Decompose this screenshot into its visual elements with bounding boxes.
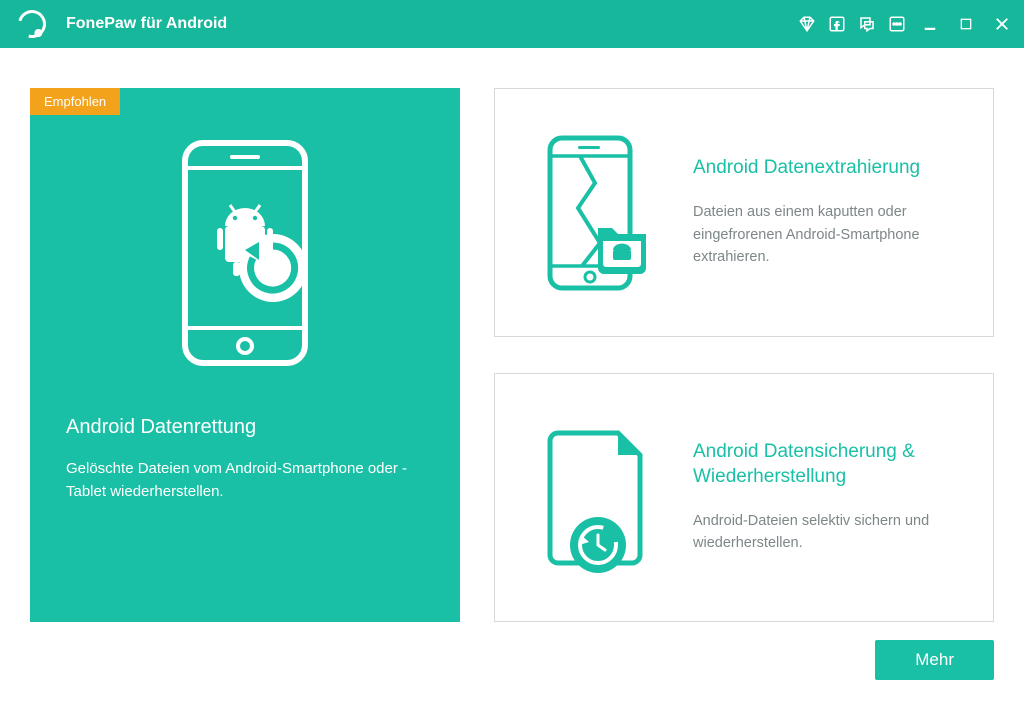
card-backup-restore[interactable]: Android Datensicherung & Wiederherstellu… (494, 373, 994, 622)
content-area: Empfohlen (0, 48, 1024, 702)
footer: Mehr (30, 640, 994, 680)
app-title: FonePaw für Android (66, 15, 227, 33)
recommended-badge: Empfohlen (30, 88, 120, 115)
diamond-icon[interactable] (798, 15, 816, 33)
minimize-button[interactable] (918, 12, 942, 36)
card-data-recovery[interactable]: Empfohlen (30, 88, 460, 622)
main-card-text: Android Datenrettung Gelöschte Dateien v… (30, 388, 460, 504)
broken-phone-icon (515, 128, 675, 298)
cards-row: Empfohlen (30, 88, 994, 622)
facebook-icon[interactable] (828, 15, 846, 33)
backup-title: Android Datensicherung & Wiederherstellu… (693, 440, 965, 489)
extraction-title: Android Datenextrahierung (693, 156, 965, 181)
more-button[interactable]: Mehr (875, 640, 994, 680)
main-card-title: Android Datenrettung (66, 416, 424, 439)
extraction-text: Android Datenextrahierung Dateien aus ei… (693, 156, 965, 268)
maximize-button[interactable] (954, 12, 978, 36)
titlebar-controls (798, 12, 1014, 36)
chat-icon[interactable] (858, 15, 876, 33)
backup-text: Android Datensicherung & Wiederherstellu… (693, 440, 965, 554)
extraction-desc: Dateien aus einem kaputten oder eingefro… (693, 201, 965, 268)
app-logo-icon (13, 5, 51, 43)
main-card-desc: Gelöschte Dateien vom Android-Smartphone… (66, 457, 424, 504)
file-backup-icon (515, 413, 675, 583)
menu-icon[interactable] (888, 15, 906, 33)
phone-recovery-icon (30, 88, 460, 388)
card-data-extraction[interactable]: Android Datenextrahierung Dateien aus ei… (494, 88, 994, 337)
app-window: FonePaw für Android (0, 0, 1024, 702)
right-column: Android Datenextrahierung Dateien aus ei… (494, 88, 994, 622)
close-button[interactable] (990, 12, 1014, 36)
backup-desc: Android-Dateien selektiv sichern und wie… (693, 510, 965, 555)
titlebar: FonePaw für Android (0, 0, 1024, 48)
